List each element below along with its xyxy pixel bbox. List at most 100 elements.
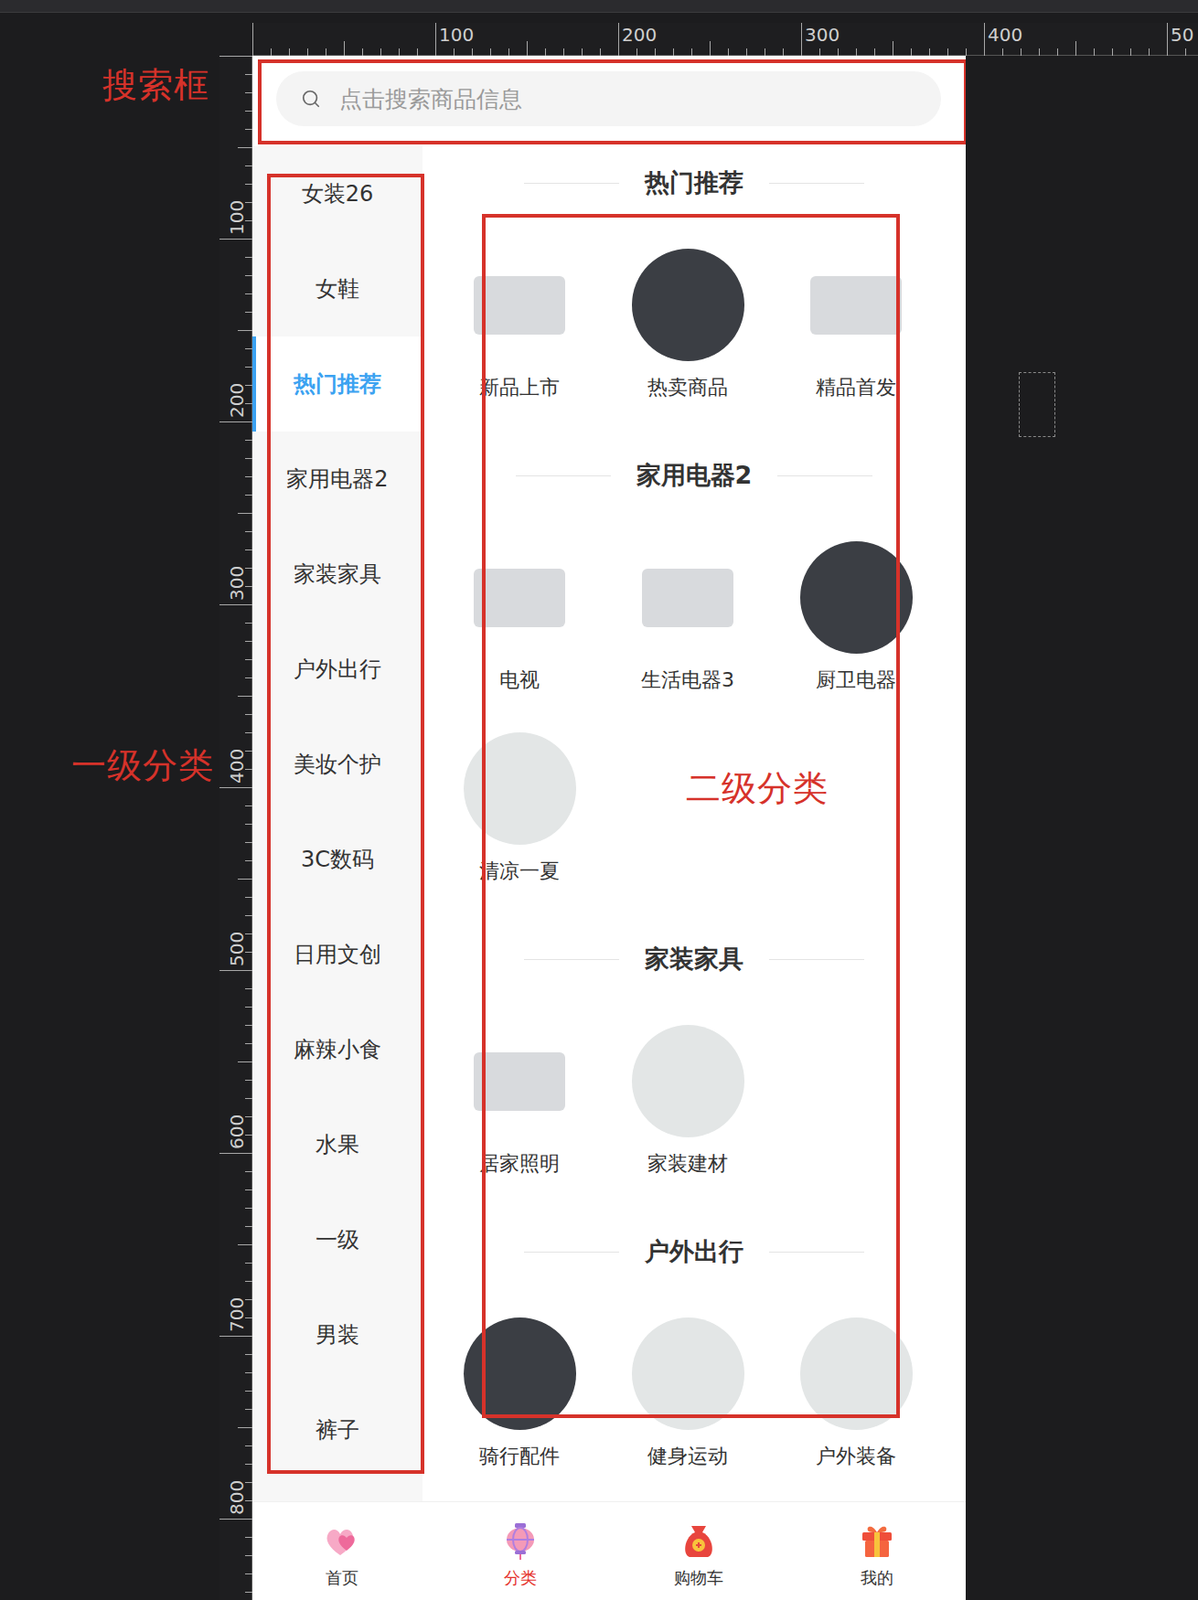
category-item[interactable]: 3C数码	[252, 812, 423, 908]
item-photo	[641, 568, 734, 628]
tool-strip	[0, 0, 1198, 23]
secondary-highlight-box	[481, 213, 900, 1419]
search-box[interactable]	[276, 71, 942, 127]
primary-annotation: 一级分类	[71, 745, 214, 786]
left-gutter: 搜索框一级分类100200300400500600700800	[0, 55, 253, 1600]
ruler-label: 800	[225, 1480, 248, 1516]
header-line	[524, 1251, 620, 1253]
tab-label: 分类	[503, 1568, 537, 1589]
section-header: 户外出行	[422, 1215, 966, 1289]
category-item[interactable]: 一级	[252, 1192, 423, 1288]
subcategory-section: 热门推荐新品上市热卖商品精品首发	[422, 146, 966, 439]
primary-highlight-box	[267, 173, 425, 1475]
subcategory-item[interactable]: 精品首发	[771, 248, 941, 403]
left-ruler: 100200300400500600700800	[219, 55, 253, 1600]
category-item[interactable]: 美妆个护	[252, 716, 423, 813]
item-photo	[631, 1317, 745, 1431]
right-canvas	[965, 55, 1198, 1600]
subcategory-item[interactable]: 新品上市	[435, 248, 604, 403]
subcategory-item[interactable]: 清凉一夏	[435, 732, 604, 887]
header-line	[515, 475, 611, 477]
tab-label: 首页	[325, 1568, 359, 1589]
search-annotation: 搜索框	[102, 64, 210, 106]
category-item[interactable]: 女装26	[252, 146, 423, 242]
subcategory-grid: 新品上市热卖商品精品首发	[422, 219, 966, 439]
category-item[interactable]: 女鞋	[252, 241, 423, 337]
phone-screen: 女装26女鞋热门推荐家用电器2家装家具户外出行美妆个护3C数码日用文创麻辣小食水…	[252, 55, 966, 1600]
lantern-icon	[500, 1520, 541, 1562]
subcategory-item[interactable]: 健身运动	[603, 1317, 772, 1472]
ruler-label: 100	[225, 200, 248, 236]
subcategory-item[interactable]: 家装建材	[603, 1025, 772, 1179]
ruler-label: 700	[225, 1297, 248, 1333]
selection-marker[interactable]	[1018, 372, 1056, 438]
search-highlight-box	[257, 59, 966, 145]
section-title: 家装家具	[644, 942, 744, 976]
category-item[interactable]: 户外出行	[252, 621, 423, 717]
item-thumb	[631, 248, 745, 362]
ruler-corner	[0, 22, 253, 56]
item-thumb	[631, 1317, 745, 1431]
item-thumb	[631, 541, 745, 654]
item-thumb	[800, 1317, 913, 1431]
category-item[interactable]: 家用电器2	[252, 431, 423, 527]
section-title: 家用电器2	[636, 459, 753, 493]
gift-icon	[856, 1520, 898, 1562]
header-line	[769, 1251, 865, 1253]
subcategory-grid: 电视生活电器3 厨卫电器清凉一夏	[422, 512, 966, 923]
item-thumb	[463, 541, 577, 654]
category-item[interactable]: 麻辣小食	[252, 1002, 423, 1098]
item-photo	[631, 248, 745, 362]
header-line	[524, 959, 620, 961]
category-list: 女装26女鞋热门推荐家用电器2家装家具户外出行美妆个护3C数码日用文创麻辣小食水…	[252, 146, 423, 1502]
section-title: 户外出行	[644, 1235, 744, 1269]
category-item[interactable]: 日用文创	[252, 907, 423, 1003]
money-bag-icon	[678, 1520, 719, 1562]
subcategory-item[interactable]: 电视	[435, 541, 604, 696]
ruler-label: 50	[1170, 23, 1194, 46]
subcategory-grid: 居家照明家装建材	[422, 995, 966, 1216]
search-icon	[300, 88, 321, 109]
item-label: 家装建材	[647, 1149, 728, 1179]
category-item[interactable]: 热门推荐	[252, 336, 423, 432]
subcategory-section: 家用电器2 电视生活电器3 厨卫电器清凉一夏	[422, 438, 966, 923]
section-header: 家装家具	[422, 922, 966, 996]
ruler-label: 500	[225, 931, 248, 967]
category-body: 女装26女鞋热门推荐家用电器2家装家具户外出行美妆个护3C数码日用文创麻辣小食水…	[252, 146, 966, 1502]
section-header: 热门推荐	[422, 146, 966, 220]
subcategory-item[interactable]: 热卖商品	[603, 248, 772, 403]
ruler-label: 200	[621, 23, 657, 46]
category-item[interactable]: 家装家具	[252, 526, 423, 622]
category-item[interactable]: 水果	[252, 1097, 423, 1193]
item-thumb	[631, 1025, 745, 1138]
item-photo	[463, 732, 577, 846]
subcategory-section: 家装家具居家照明家装建材	[422, 922, 966, 1216]
ruler-label: 400	[225, 748, 248, 784]
header-line	[769, 182, 865, 184]
tab-item[interactable]: 分类	[430, 1502, 610, 1600]
subcategory-item[interactable]: 生活电器3	[603, 541, 772, 696]
subcategory-item[interactable]: 居家照明	[435, 1025, 604, 1179]
category-item[interactable]: 裤子	[252, 1382, 423, 1478]
search-input[interactable]	[339, 85, 923, 113]
subcategory-item[interactable]: 户外装备	[771, 1317, 941, 1472]
tab-label: 购物车	[673, 1568, 724, 1589]
item-label: 生活电器3	[641, 665, 735, 696]
tab-bar: 首页 分类 购物车 我的	[252, 1501, 966, 1600]
item-label: 健身运动	[647, 1442, 728, 1472]
item-thumb	[463, 732, 577, 846]
hearts-icon	[321, 1520, 363, 1562]
header-line	[524, 182, 620, 184]
tab-item[interactable]: 购物车	[609, 1502, 788, 1600]
category-item[interactable]: 男装	[252, 1287, 423, 1383]
tab-item[interactable]: 首页	[252, 1502, 431, 1600]
subcategory-item[interactable]: 厨卫电器	[771, 541, 941, 696]
item-photo	[800, 1317, 913, 1431]
tab-item[interactable]: 我的	[787, 1502, 966, 1600]
header-line	[769, 959, 865, 961]
section-title: 热门推荐	[644, 166, 744, 200]
subcategory-item[interactable]: 骑行配件	[435, 1317, 604, 1472]
subcategory-panel: 热门推荐新品上市热卖商品精品首发家用电器2 电视生活电器3 厨卫电器清凉一夏家装家具…	[422, 146, 966, 1502]
item-thumb	[463, 1025, 577, 1138]
ruler-label: 300	[804, 23, 840, 46]
